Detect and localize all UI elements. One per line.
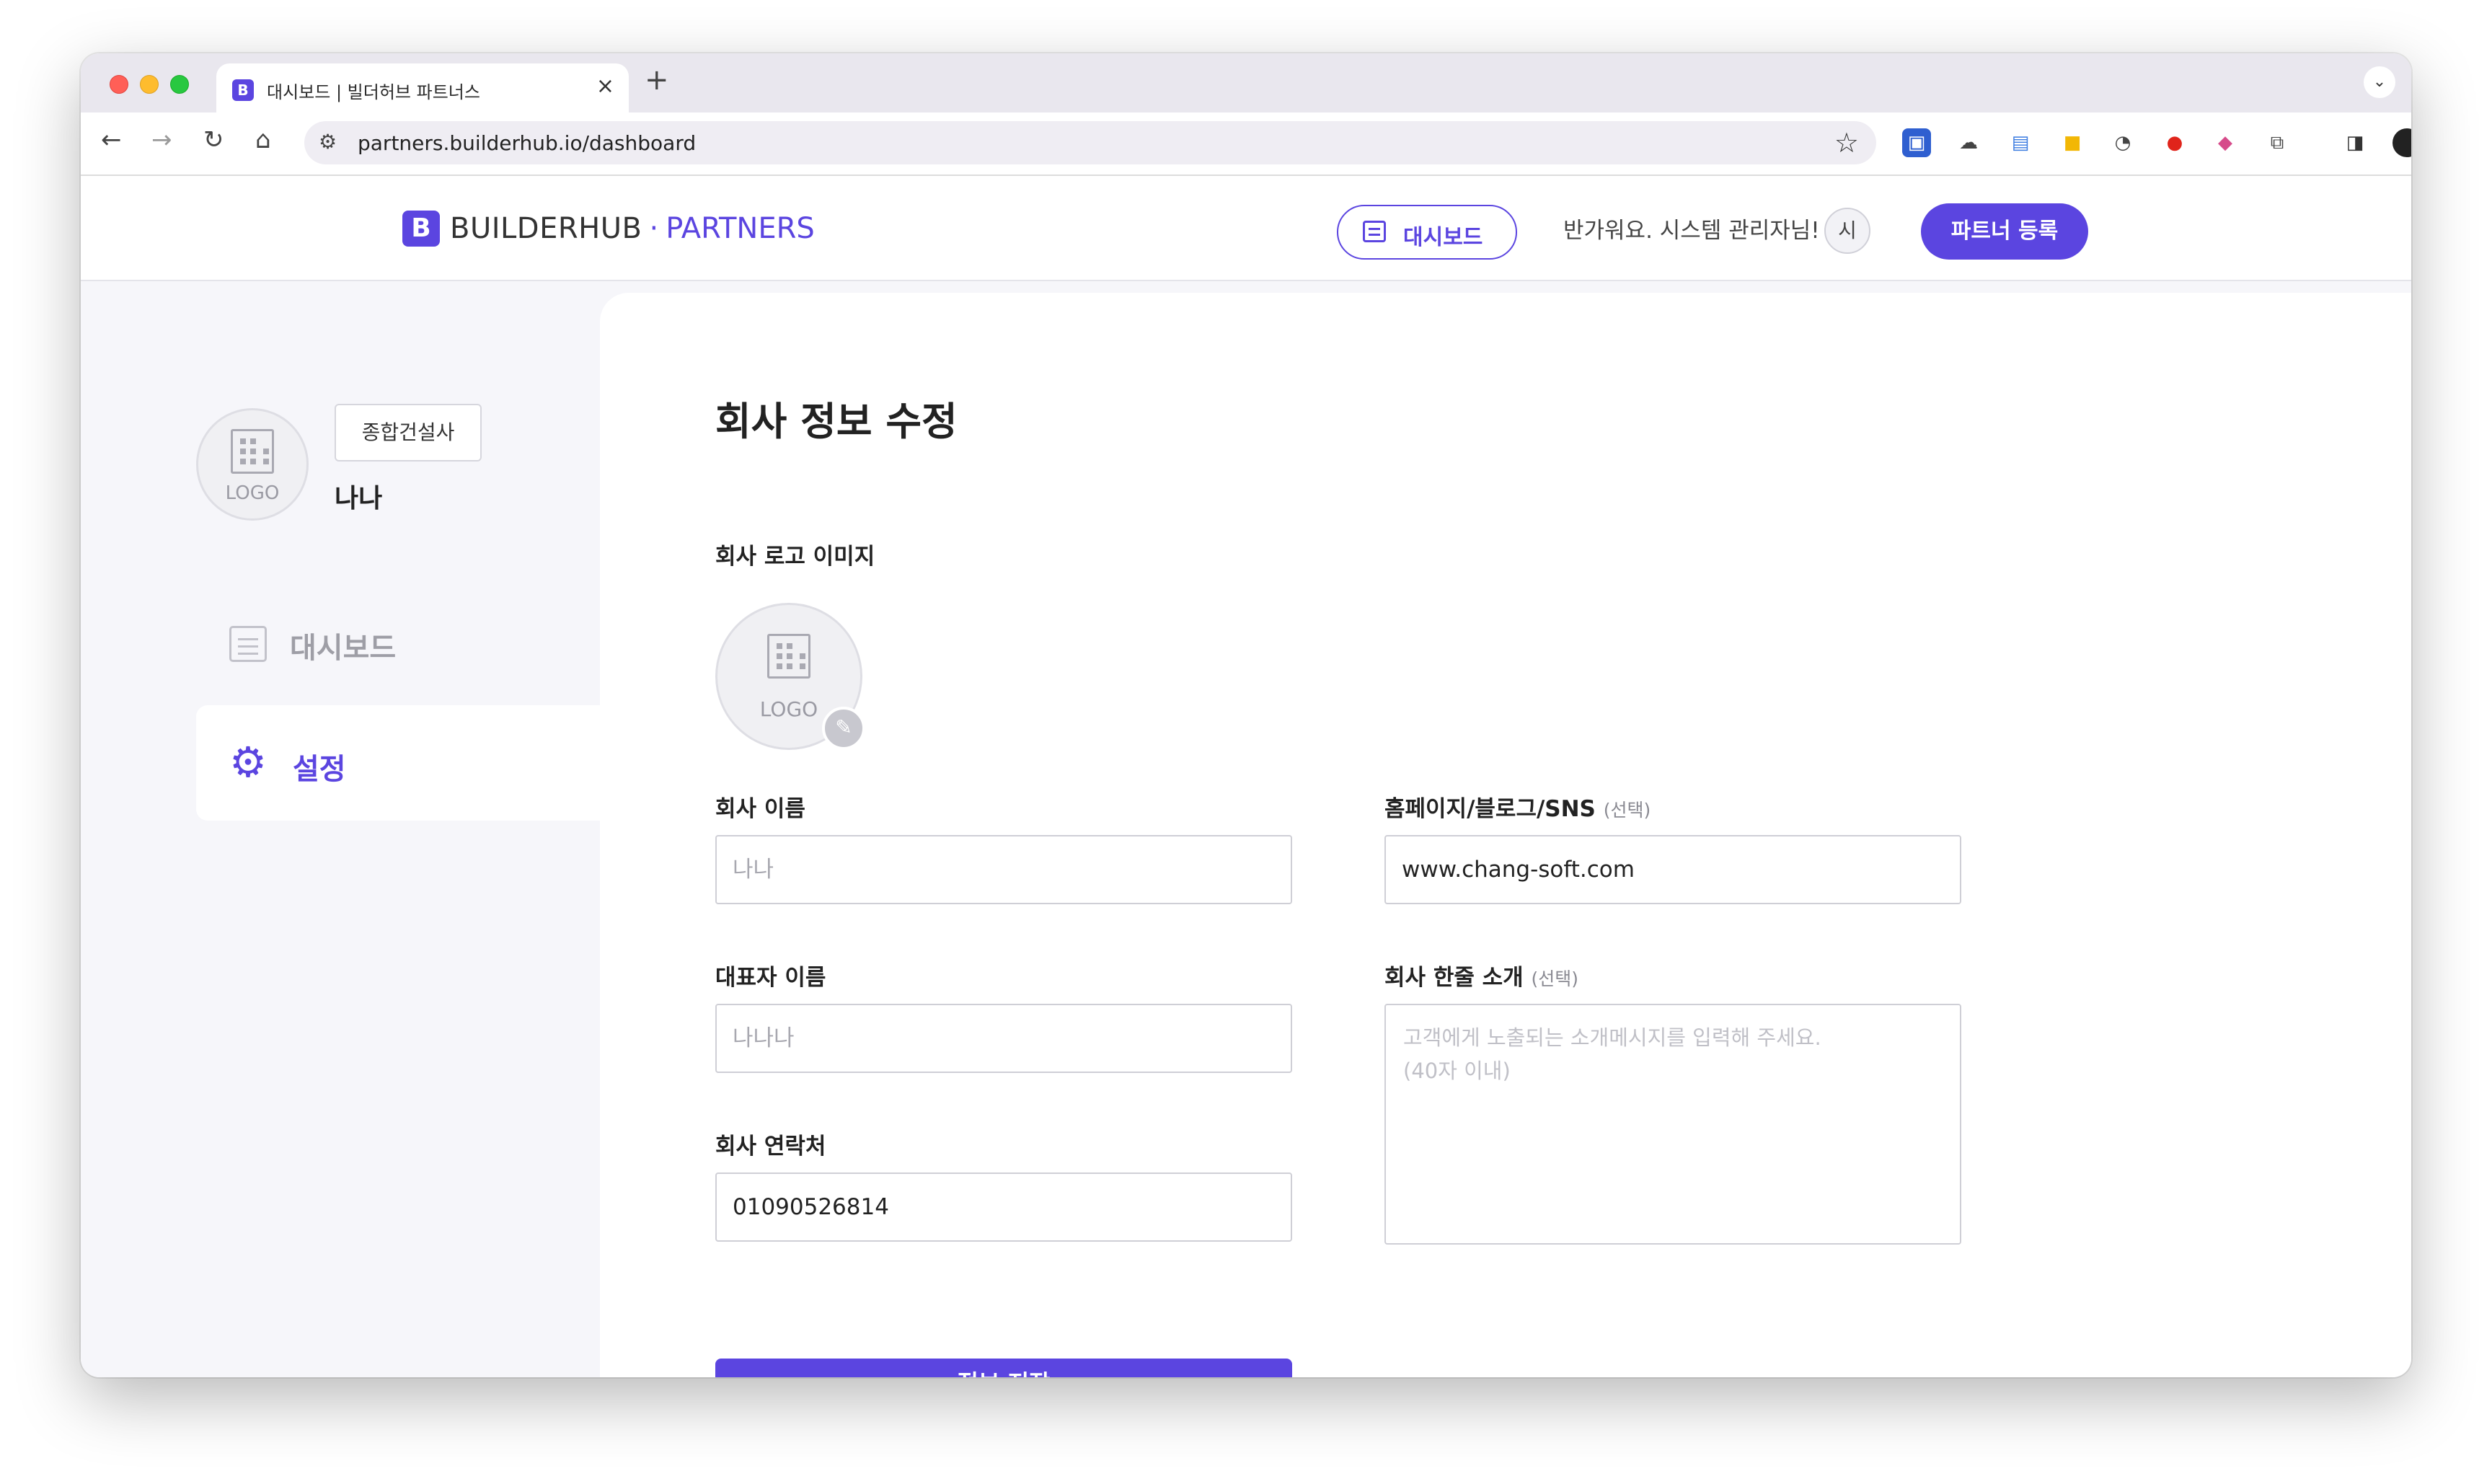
brand-suffix: PARTNERS: [666, 212, 815, 245]
window-controls: [110, 75, 189, 94]
extension-bookmark-icon[interactable]: ▣: [1902, 128, 1931, 157]
minimize-window-button[interactable]: [140, 75, 159, 94]
dashboard-icon: [229, 626, 267, 662]
url-text[interactable]: partners.builderhub.io/dashboard: [358, 131, 696, 155]
profile-avatar-icon[interactable]: [2392, 128, 2411, 157]
sidebar: LOGO 종합건설사 나나 대시보드 ⚙ 설정: [81, 281, 601, 1377]
address-bar[interactable]: ⚙ partners.builderhub.io/dashboard ☆: [304, 121, 1876, 164]
page-title: 회사 정보 수정: [715, 399, 958, 444]
contact-input[interactable]: [715, 1172, 1292, 1242]
user-avatar[interactable]: 시: [1824, 208, 1870, 254]
side-panel-icon[interactable]: ◨: [2341, 128, 2369, 157]
brand-separator: ·: [649, 212, 659, 245]
contact-label: 회사 연락처: [715, 1134, 826, 1160]
logo-image-label: 회사 로고 이미지: [715, 544, 875, 570]
edit-pencil-icon[interactable]: ✎: [822, 707, 865, 750]
color-picker-extension-icon[interactable]: ◆: [2211, 128, 2240, 157]
reload-icon[interactable]: ↻: [203, 125, 224, 154]
ceo-name-label: 대표자 이름: [715, 965, 826, 991]
close-window-button[interactable]: [110, 75, 128, 94]
intro-label-text: 회사 한줄 소개: [1384, 965, 1524, 991]
welcome-message: 반가워요. 시스템 관리자님!: [1563, 218, 1820, 244]
tab-close-icon[interactable]: ×: [596, 74, 614, 99]
dashboard-list-icon: [1363, 221, 1386, 242]
company-logo-avatar: LOGO: [196, 408, 309, 521]
company-name-label: 회사 이름: [715, 796, 805, 822]
bookmark-star-icon[interactable]: ☆: [1834, 127, 1859, 159]
brand-logo[interactable]: B BUILDERHUB · PARTNERS: [402, 211, 815, 247]
builderhub-favicon-icon: B: [232, 79, 254, 101]
homepage-label-text: 홈페이지/블로그/SNS: [1384, 796, 1596, 822]
homepage-label: 홈페이지/블로그/SNS (선택): [1384, 790, 1651, 823]
optional-tag: (선택): [1531, 968, 1579, 989]
maximize-window-button[interactable]: [170, 75, 189, 94]
sidebar-item-settings[interactable]: ⚙ 설정: [196, 705, 601, 821]
company-type-badge: 종합건설사: [335, 404, 482, 461]
adblock-extension-icon[interactable]: ●: [2160, 128, 2189, 157]
dashboard-button-label: 대시보드: [1403, 225, 1483, 250]
sidebar-item-label: 대시보드: [290, 632, 397, 665]
document-extension-icon[interactable]: ▤: [2006, 128, 2035, 157]
home-icon[interactable]: ⌂: [255, 125, 271, 154]
gear-icon: ⚙: [229, 738, 267, 787]
company-info-form: 회사 정보 수정 회사 로고 이미지 LOGO ✎ 회사 이름 홈페이지/블로그…: [600, 293, 2411, 1377]
ceo-name-input[interactable]: [715, 1004, 1292, 1073]
brand-name: BUILDERHUB: [450, 212, 642, 245]
tab-title: 대시보드 | 빌더허브 파트너스: [267, 82, 480, 102]
dashboard-button[interactable]: 대시보드: [1337, 205, 1517, 260]
intro-label: 회사 한줄 소개 (선택): [1384, 959, 1578, 991]
browser-toolbar: ← → ↻ ⌂ ⚙ partners.builderhub.io/dashboa…: [81, 112, 2411, 176]
back-arrow-icon[interactable]: ←: [101, 125, 122, 154]
homepage-input[interactable]: [1384, 835, 1961, 904]
web-page: B BUILDERHUB · PARTNERS 대시보드 반가워요. 시스템 관…: [81, 176, 2411, 1377]
extensions-puzzle-icon[interactable]: ⧉: [2263, 128, 2292, 157]
optional-tag: (선택): [1603, 800, 1651, 821]
forward-arrow-icon[interactable]: →: [151, 125, 172, 154]
intro-textarea[interactable]: [1384, 1004, 1961, 1245]
cloud-extension-icon[interactable]: ☁: [1954, 128, 1983, 157]
sidebar-item-label: 설정: [293, 753, 346, 786]
logo-placeholder-text: LOGO: [225, 482, 280, 504]
site-header: B BUILDERHUB · PARTNERS 대시보드 반가워요. 시스템 관…: [81, 176, 2411, 281]
brand-mark-icon: B: [402, 211, 440, 247]
save-button[interactable]: 정보 저장: [715, 1359, 1292, 1377]
new-tab-plus-icon[interactable]: +: [645, 63, 669, 97]
site-settings-icon[interactable]: ⚙: [319, 130, 337, 154]
notes-extension-icon[interactable]: ■: [2058, 128, 2087, 157]
browser-window: B 대시보드 | 빌더허브 파트너스 × + ⌄ ← → ↻ ⌂ ⚙ partn…: [81, 53, 2411, 1377]
company-name: 나나: [335, 484, 383, 513]
building-icon: [767, 634, 810, 679]
browser-tab[interactable]: B 대시보드 | 빌더허브 파트너스 ×: [216, 63, 629, 112]
partner-register-button[interactable]: 파트너 등록: [1921, 203, 2088, 260]
tab-search-chevron-icon[interactable]: ⌄: [2364, 66, 2395, 98]
company-name-input[interactable]: [715, 835, 1292, 904]
building-icon: [231, 429, 274, 474]
tab-bar: B 대시보드 | 빌더허브 파트너스 × + ⌄: [81, 53, 2411, 112]
spy-extension-icon[interactable]: ◔: [2108, 128, 2137, 157]
